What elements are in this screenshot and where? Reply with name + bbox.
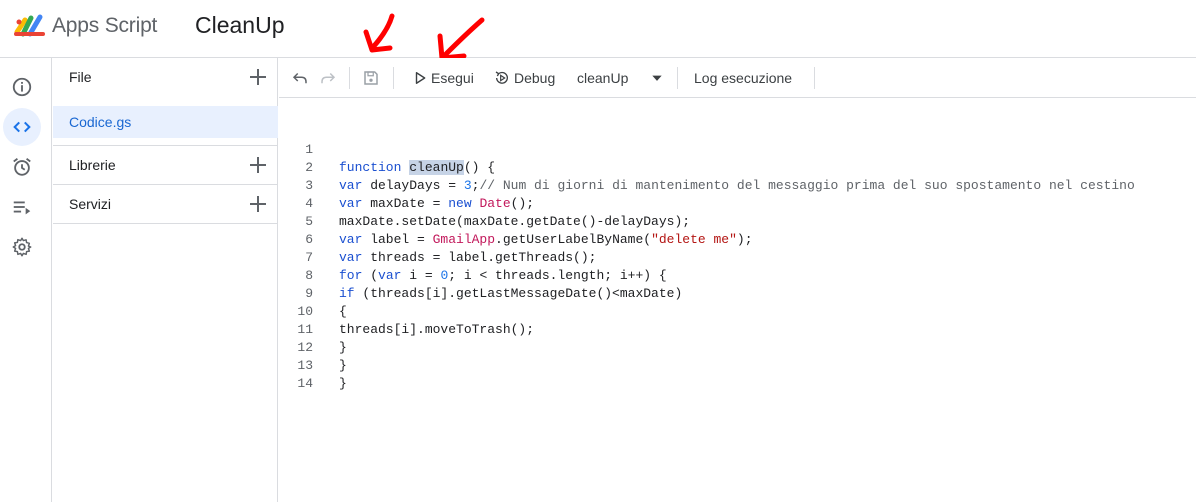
file-item-codice[interactable]: Codice.gs: [53, 106, 278, 138]
apps-script-logo[interactable]: [13, 12, 47, 38]
function-select-value: cleanUp: [577, 70, 629, 86]
execution-log-label: Log esecuzione: [694, 70, 793, 86]
libraries-section-header: Librerie: [53, 146, 278, 184]
debug-button[interactable]: Debug: [494, 58, 555, 98]
editor-button[interactable]: [3, 108, 41, 146]
debug-label: Debug: [514, 70, 556, 86]
undo-icon: [292, 72, 307, 84]
code-line: 7 for (var i = 0; i < threads.length; i+…: [279, 231, 1196, 283]
services-section-header: Servizi: [53, 185, 278, 223]
alarm-clock-icon: [13, 158, 31, 176]
code-line: 5 var label = GmailApp.getUserLabelByNam…: [279, 195, 1196, 247]
code-line: 14: [279, 357, 1196, 391]
code-line: 13 }: [279, 339, 1196, 391]
executions-button[interactable]: [3, 188, 41, 226]
undo-button[interactable]: [291, 58, 309, 98]
overview-button[interactable]: [3, 68, 41, 106]
divider: [53, 223, 278, 224]
annotation-arrow-save: [363, 13, 395, 53]
executions-list-icon: [13, 201, 31, 215]
code-editor[interactable]: 1 function cleanUp() { 2 var delayDays =…: [279, 99, 1196, 502]
code-line: 12 }: [279, 321, 1196, 373]
debug-icon: [495, 71, 508, 84]
function-select[interactable]: cleanUp: [577, 58, 664, 98]
chevron-down-icon: [652, 75, 663, 81]
add-file-icon[interactable]: [248, 67, 268, 87]
code-line: 8 if (threads[i].getLastMessageDate()<ma…: [279, 249, 1196, 301]
play-icon: [415, 72, 426, 84]
run-label: Esegui: [431, 70, 474, 86]
redo-button[interactable]: [319, 58, 337, 98]
code-line: 10 threads[i].moveToTrash();: [279, 285, 1196, 337]
libraries-label: Librerie: [69, 157, 116, 173]
info-icon: [12, 77, 32, 97]
code-line: 9 {: [279, 267, 1196, 319]
project-name[interactable]: CleanUp: [195, 12, 285, 39]
code-line: 11 }: [279, 303, 1196, 355]
line-number: 14: [297, 376, 313, 391]
toolbar-separator: [677, 67, 678, 89]
gear-icon: [12, 237, 32, 257]
editor-toolbar: Esegui Debug cleanUp Log esecuzione: [279, 58, 1196, 98]
add-service-icon[interactable]: [248, 194, 268, 214]
top-bar: Apps Script CleanUp: [0, 0, 1196, 58]
left-nav-rail: [0, 58, 52, 502]
file-name: Codice.gs: [69, 114, 132, 130]
save-button[interactable]: [362, 58, 380, 98]
files-section-header: File: [53, 58, 278, 96]
save-icon: [364, 71, 378, 85]
run-button[interactable]: Esegui: [413, 58, 474, 98]
code-line: 1 function cleanUp() {: [279, 123, 1196, 175]
redo-icon: [321, 72, 336, 84]
code-line: 3 var maxDate = new Date();: [279, 159, 1196, 211]
code-line: 6 var threads = label.getThreads();: [279, 213, 1196, 265]
app-name: Apps Script: [52, 14, 158, 37]
files-panel: File Codice.gs Librerie Servizi: [53, 58, 278, 502]
files-label: File: [69, 69, 92, 85]
toolbar-separator: [393, 67, 394, 89]
services-label: Servizi: [69, 196, 112, 212]
toolbar-separator: [814, 67, 815, 89]
execution-log-button[interactable]: Log esecuzione: [694, 58, 792, 98]
line-code: }: [339, 376, 347, 391]
add-library-icon[interactable]: [248, 155, 268, 175]
code-line: 4 maxDate.setDate(maxDate.getDate()-dela…: [279, 177, 1196, 229]
code-icon: [13, 121, 31, 133]
code-line: 2 var delayDays = 3;// Num di giorni di …: [279, 141, 1196, 193]
settings-button[interactable]: [3, 228, 41, 266]
toolbar-separator: [349, 67, 350, 89]
triggers-button[interactable]: [3, 148, 41, 186]
